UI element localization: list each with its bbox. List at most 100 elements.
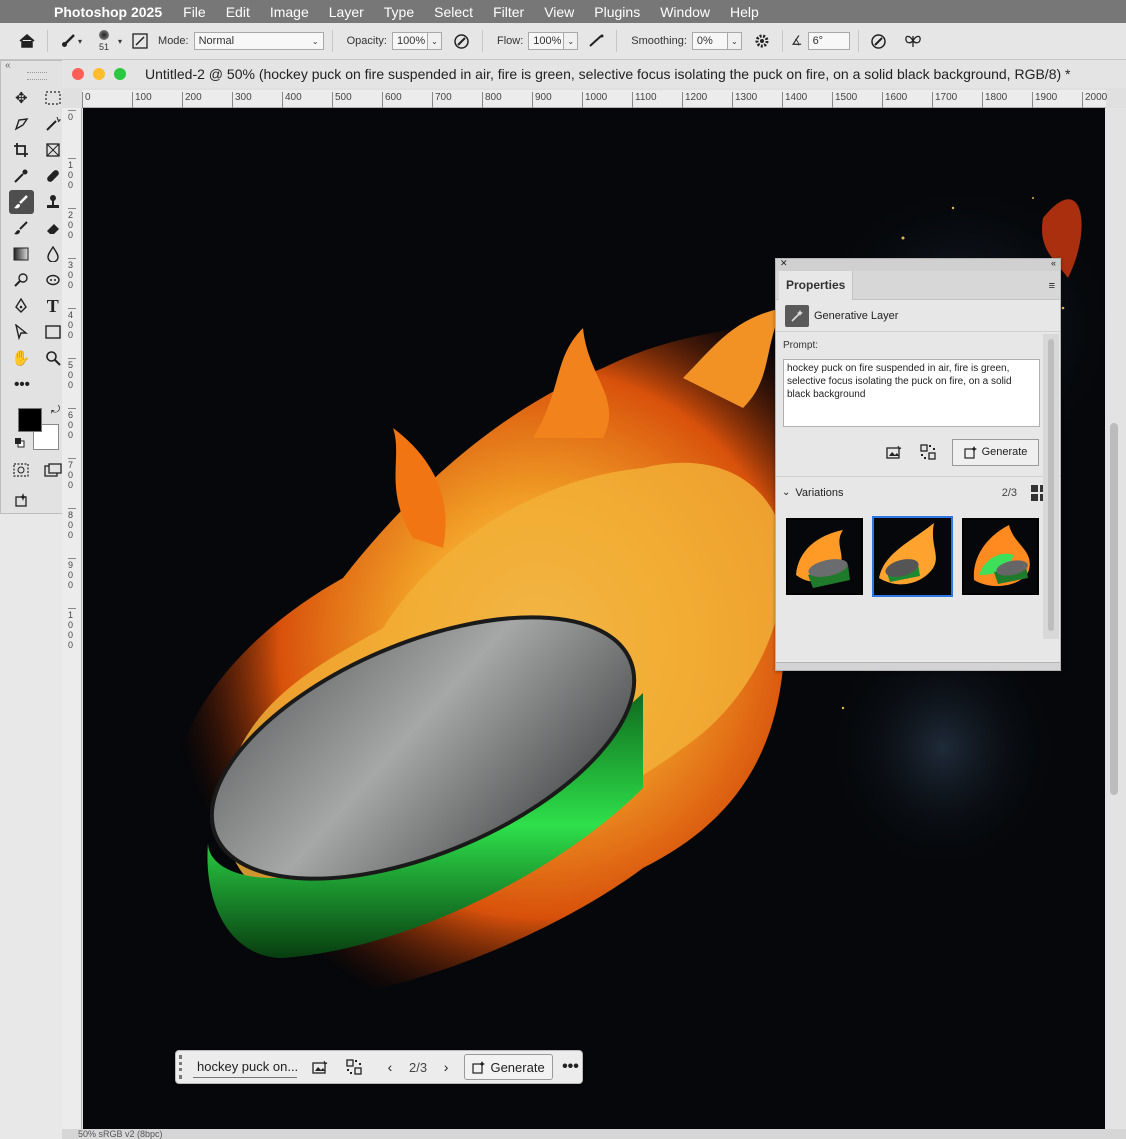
- pressure-opacity-icon[interactable]: [450, 29, 474, 53]
- menu-window[interactable]: Window: [660, 4, 710, 20]
- ruler-tick: 800: [482, 92, 502, 108]
- more-tools-icon[interactable]: •••: [9, 372, 35, 396]
- generative-layer-icon: [785, 304, 809, 327]
- brush-settings-icon[interactable]: [128, 29, 152, 53]
- ruler-tick: 1300: [732, 92, 757, 108]
- ruler-tick: 900: [68, 558, 76, 590]
- canvas-vertical-scrollbar[interactable]: [1106, 108, 1126, 1129]
- brush-size-picker[interactable]: 51: [90, 30, 118, 52]
- panel-resize-handle[interactable]: [776, 662, 1060, 670]
- chevron-down-icon: ⌄: [311, 36, 319, 46]
- symmetry-butterfly-icon[interactable]: [901, 29, 925, 53]
- content-settings-icon[interactable]: [343, 1056, 365, 1078]
- eyedropper-tool-icon[interactable]: [9, 164, 34, 188]
- contextual-prompt-field[interactable]: hockey puck on...: [193, 1057, 297, 1078]
- gear-icon[interactable]: [750, 29, 774, 53]
- menu-view[interactable]: View: [544, 4, 574, 20]
- scrollbar-thumb[interactable]: [1110, 423, 1118, 795]
- panel-grip[interactable]: [26, 72, 47, 80]
- ruler-tick: 300: [232, 92, 252, 108]
- reference-image-icon[interactable]: [309, 1056, 331, 1078]
- menu-filter[interactable]: Filter: [493, 4, 524, 20]
- ruler-tick: 1100: [632, 92, 657, 108]
- chevron-left-icon[interactable]: ‹: [379, 1056, 401, 1078]
- menu-image[interactable]: Image: [270, 4, 309, 20]
- collapse-panel-icon[interactable]: «: [1051, 258, 1056, 268]
- crop-tool-icon[interactable]: [9, 138, 34, 162]
- ruler-tick: 0: [68, 110, 76, 122]
- prompt-textarea[interactable]: hockey puck on fire suspended in air, fi…: [783, 359, 1040, 427]
- dodge-tool-icon[interactable]: [9, 268, 34, 292]
- history-brush-tool-icon[interactable]: [9, 216, 34, 240]
- zoom-window-button[interactable]: [114, 68, 126, 80]
- brush-preset-icon[interactable]: [56, 29, 80, 53]
- generate-icon: [963, 445, 977, 459]
- menu-edit[interactable]: Edit: [226, 4, 250, 20]
- variation-thumbnail-2[interactable]: [872, 516, 953, 597]
- mode-select[interactable]: Normal ⌄: [193, 32, 324, 50]
- brush-preset-dropdown-icon[interactable]: ▾: [78, 37, 82, 46]
- layer-type-label: Generative Layer: [814, 309, 899, 322]
- angle-input[interactable]: 6°: [807, 32, 850, 50]
- foreground-color-swatch[interactable]: [18, 408, 42, 432]
- menu-select[interactable]: Select: [434, 4, 473, 20]
- chevron-down-icon[interactable]: ⌄: [782, 487, 790, 498]
- gradient-tool-icon[interactable]: [9, 242, 34, 266]
- airbrush-icon[interactable]: [584, 29, 608, 53]
- flow-dropdown[interactable]: ⌄: [564, 32, 579, 50]
- panel-header[interactable]: ✕ «: [776, 258, 1060, 271]
- angle-icon: ∡: [790, 33, 803, 48]
- quick-mask-icon[interactable]: [9, 458, 34, 482]
- panel-scrollbar[interactable]: [1043, 334, 1059, 639]
- brush-size-dropdown-icon[interactable]: ▾: [118, 37, 122, 46]
- scrollbar-thumb[interactable]: [1048, 339, 1054, 631]
- close-window-button[interactable]: [72, 68, 84, 80]
- smoothing-dropdown[interactable]: ⌄: [727, 32, 742, 50]
- menu-help[interactable]: Help: [730, 4, 759, 20]
- panel-menu-icon[interactable]: ≡: [1049, 280, 1055, 292]
- path-selection-tool-icon[interactable]: [9, 320, 34, 344]
- close-icon[interactable]: ✕: [780, 258, 788, 269]
- menu-plugins[interactable]: Plugins: [594, 4, 640, 20]
- chevron-right-icon[interactable]: ›: [435, 1056, 457, 1078]
- flow-input[interactable]: 100%: [528, 32, 565, 50]
- home-icon[interactable]: [15, 29, 39, 53]
- ruler-tick: 2000: [1082, 92, 1107, 108]
- brush-tool-icon[interactable]: [9, 190, 34, 214]
- swap-colors-icon[interactable]: ⤾: [51, 404, 60, 417]
- contextual-generate-button[interactable]: Generate: [464, 1054, 554, 1080]
- vertical-ruler[interactable]: 0 100 200 300 400 500 600 700 800 900 10…: [62, 108, 82, 1139]
- default-colors-icon[interactable]: [15, 438, 27, 450]
- smoothing-value: 0%: [696, 35, 713, 47]
- menu-bar: Photoshop 2025 File Edit Image Layer Typ…: [0, 0, 1126, 23]
- horizontal-ruler[interactable]: 0 100 200 300 400 500 600 700 800 900 10…: [82, 90, 1107, 108]
- lasso-tool-icon[interactable]: [9, 112, 34, 136]
- tab-properties[interactable]: Properties: [779, 271, 854, 300]
- opacity-input[interactable]: 100%: [391, 32, 428, 50]
- generative-expand-icon[interactable]: [9, 488, 35, 512]
- ruler-tick: 800: [68, 508, 76, 540]
- drag-handle[interactable]: [179, 1055, 189, 1079]
- prompt-label: Prompt:: [783, 340, 819, 351]
- hand-tool-icon[interactable]: ✋: [9, 346, 34, 370]
- pen-tool-icon[interactable]: [9, 294, 34, 318]
- menu-file[interactable]: File: [183, 4, 206, 20]
- variation-thumbnail-1[interactable]: [786, 518, 863, 595]
- menu-layer[interactable]: Layer: [329, 4, 364, 20]
- variations-label[interactable]: Variations: [795, 487, 843, 499]
- app-name-menu[interactable]: Photoshop 2025: [54, 4, 162, 20]
- reference-image-icon[interactable]: [884, 443, 904, 461]
- minimize-window-button[interactable]: [93, 68, 105, 80]
- more-options-icon[interactable]: •••: [562, 1058, 579, 1076]
- smoothing-input[interactable]: 0%: [691, 32, 728, 50]
- content-settings-icon[interactable]: [918, 443, 938, 461]
- move-tool-icon[interactable]: ✥: [9, 86, 34, 110]
- opacity-dropdown[interactable]: ⌄: [427, 32, 442, 50]
- properties-panel: ✕ « Properties ≡ Generative Layer Prompt…: [775, 258, 1061, 671]
- pressure-size-icon[interactable]: [867, 29, 891, 53]
- generate-button[interactable]: Generate: [952, 438, 1039, 466]
- menu-type[interactable]: Type: [384, 4, 414, 20]
- ruler-tick: 500: [332, 92, 352, 108]
- variation-thumbnail-3[interactable]: [962, 518, 1039, 595]
- smoothing-label: Smoothing:: [631, 35, 687, 47]
